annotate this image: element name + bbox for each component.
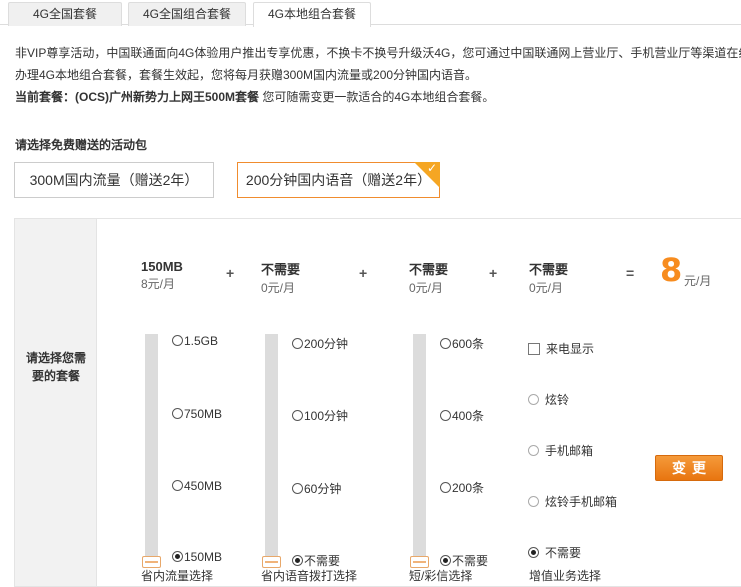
data-column-footer: 省内流量选择 <box>141 569 214 583</box>
sms-stop-1[interactable]: 600条 <box>440 335 484 352</box>
gift-option-data-label: 300M国内流量（赠送2年） <box>29 172 199 188</box>
package-panel: 请选择您需要的套餐 150MB 8元/月 + 不需要 0元/月 + 不需要 0元… <box>14 218 741 587</box>
column-name: 150MB <box>141 259 183 274</box>
radio-selected-icon <box>440 555 451 566</box>
column-price: 0元/月 <box>409 281 444 295</box>
description-line-1: 非VIP尊享活动，中国联通面向4G体验用户推出专享优惠，不换卡不换号升级沃4G，… <box>15 46 741 60</box>
plus-operator: + <box>359 265 368 281</box>
sms-slider-track[interactable] <box>410 334 429 568</box>
radio-icon <box>528 394 539 405</box>
checkbox-icon <box>528 343 540 355</box>
total-price: 8 <box>660 251 683 289</box>
radio-icon <box>528 445 539 456</box>
vas-option-ringtone-mailbox[interactable]: 炫铃手机邮箱 <box>528 493 617 510</box>
radio-selected-icon <box>292 555 303 566</box>
radio-icon <box>440 338 451 349</box>
gift-section-title: 请选择免费赠送的活动包 <box>15 138 148 152</box>
data-slider-track[interactable] <box>142 334 161 568</box>
radio-icon <box>172 480 183 491</box>
column-head-vas: 不需要 0元/月 <box>529 259 568 296</box>
vas-option-mobile-mailbox[interactable]: 手机邮箱 <box>528 442 593 459</box>
sms-stop-3[interactable]: 200条 <box>440 479 484 496</box>
radio-icon <box>172 408 183 419</box>
voice-stop-3[interactable]: 60分钟 <box>292 480 341 497</box>
column-name: 不需要 <box>409 262 449 277</box>
tab-national-combo-plan[interactable]: 4G全国组合套餐 <box>128 2 246 26</box>
gift-option-data[interactable]: 300M国内流量（赠送2年） <box>14 162 214 198</box>
column-price: 8元/月 <box>141 277 176 291</box>
check-icon: ✓ <box>426 161 437 175</box>
radio-icon <box>440 410 451 421</box>
radio-icon <box>292 483 303 494</box>
vas-caller-id-checkbox[interactable]: 来电显示 <box>528 340 594 357</box>
data-stop-3[interactable]: 450MB <box>172 479 222 493</box>
data-stop-1[interactable]: 1.5GB <box>172 334 218 348</box>
current-plan-suffix: 您可随需变更一款适合的4G本地组合套餐。 <box>262 90 495 104</box>
activity-description: 非VIP尊享活动，中国联通面向4G体验用户推出专享优惠，不换卡不换号升级沃4G，… <box>15 42 741 108</box>
data-stop-4[interactable]: 150MB <box>172 550 222 564</box>
plus-operator: + <box>489 265 498 281</box>
gift-option-voice[interactable]: 200分钟国内语音（赠送2年） ✓ <box>237 161 440 198</box>
current-plan-label: 当前套餐： <box>15 90 76 104</box>
vas-option-none[interactable]: 不需要 <box>528 544 581 561</box>
voice-stop-2[interactable]: 100分钟 <box>292 407 348 424</box>
radio-selected-icon <box>172 551 183 562</box>
sms-stop-2[interactable]: 400条 <box>440 407 484 424</box>
column-name: 不需要 <box>261 262 301 277</box>
gift-option-voice-label: 200分钟国内语音（赠送2年） <box>245 172 432 188</box>
voice-column-footer: 省内语音拨打选择 <box>261 569 358 583</box>
column-head-voice: 不需要 0元/月 <box>261 259 300 296</box>
radio-icon <box>292 410 303 421</box>
voice-stop-1[interactable]: 200分钟 <box>292 335 348 352</box>
description-line-2: 办理4G本地组合套餐，套餐生效起，您将每月获赠300M国内流量或200分钟国内语… <box>15 68 478 82</box>
voice-slider-track[interactable] <box>262 334 281 568</box>
radio-icon <box>440 482 451 493</box>
column-price: 0元/月 <box>261 281 296 295</box>
column-head-data: 150MB 8元/月 <box>141 259 183 292</box>
package-panel-sidebar: 请选择您需要的套餐 <box>15 219 97 586</box>
radio-icon <box>528 496 539 507</box>
radio-icon <box>172 335 183 346</box>
column-price: 0元/月 <box>529 281 564 295</box>
equals-operator: = <box>626 265 635 281</box>
column-name: 不需要 <box>529 262 569 277</box>
tab-bar: 4G全国套餐 4G全国组合套餐 4G本地组合套餐 <box>0 0 741 27</box>
vas-option-ringtone[interactable]: 炫铃 <box>528 391 569 408</box>
sms-column-footer: 短/彩信选择 <box>409 569 473 583</box>
total-price-unit: 元/月 <box>684 274 712 288</box>
change-plan-button[interactable]: 变更 <box>655 455 723 481</box>
radio-icon <box>292 338 303 349</box>
plus-operator: + <box>226 265 235 281</box>
current-plan-name: (OCS)广州新势力上网王500M套餐 <box>75 90 260 104</box>
data-stop-2[interactable]: 750MB <box>172 407 222 421</box>
vas-column-footer: 增值业务选择 <box>529 569 602 583</box>
package-panel-label: 请选择您需要的套餐 <box>25 351 86 383</box>
tab-national-plan[interactable]: 4G全国套餐 <box>8 2 122 26</box>
radio-selected-icon <box>528 547 539 558</box>
current-plan-line: 当前套餐：(OCS)广州新势力上网王500M套餐 您可随需变更一款适合的4G本地… <box>15 86 741 108</box>
column-head-sms: 不需要 0元/月 <box>409 259 448 296</box>
tab-local-combo-plan[interactable]: 4G本地组合套餐 <box>253 2 371 27</box>
